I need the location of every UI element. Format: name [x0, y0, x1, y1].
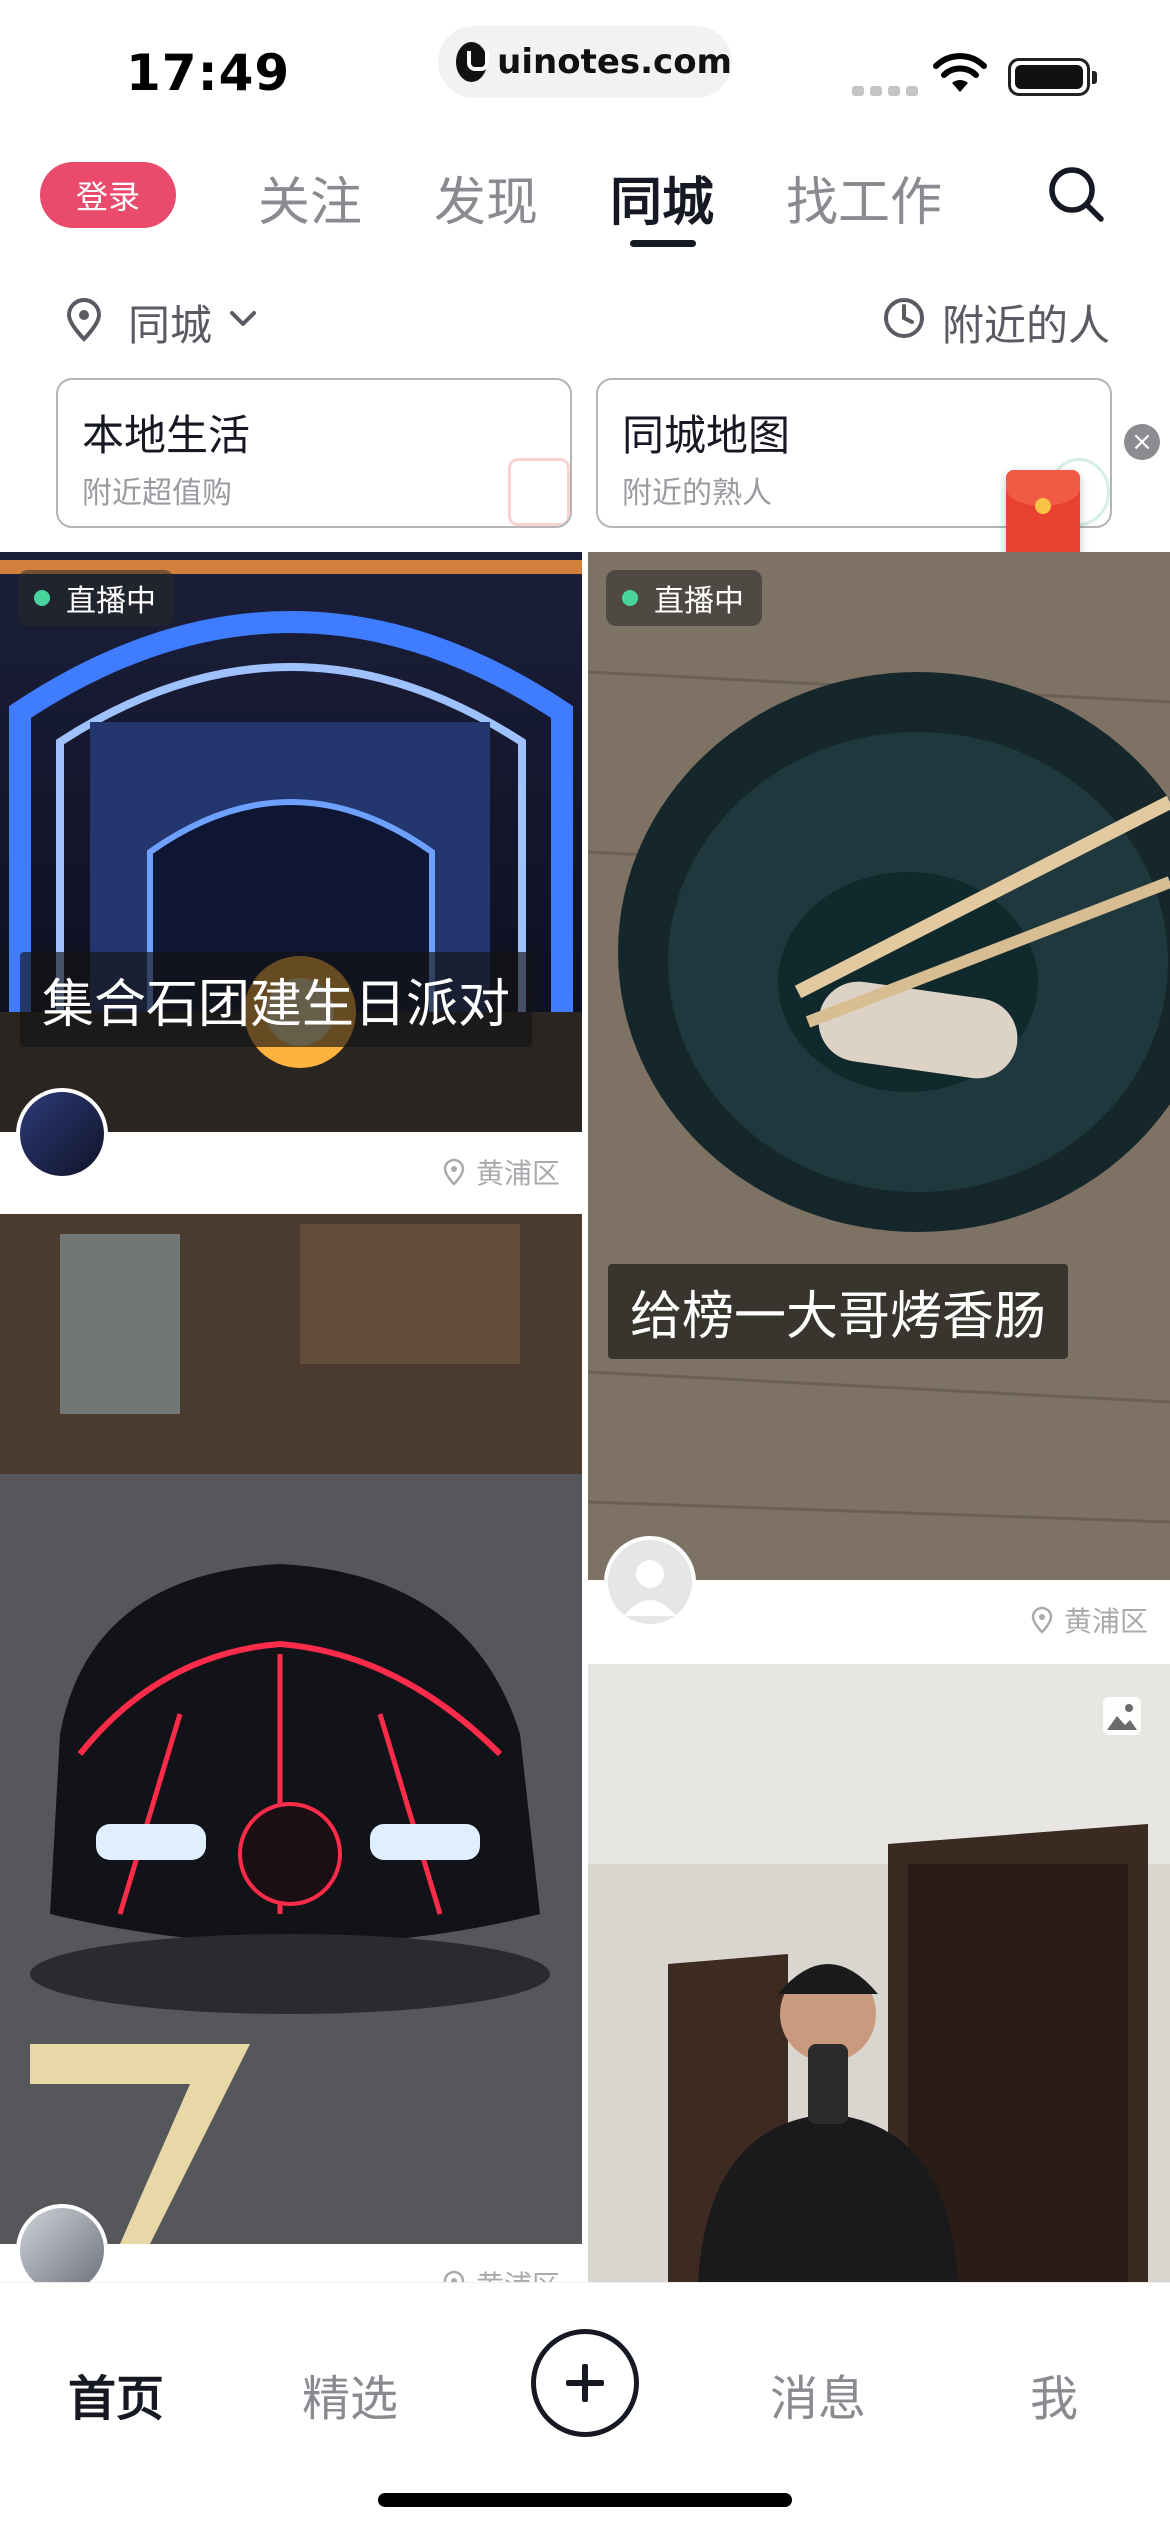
city-selector[interactable]: 同城 [128, 292, 212, 353]
feed-caption: 给榜一大哥烤香肠 [608, 1264, 1069, 1359]
url-text: uinotes.com [497, 42, 732, 82]
avatar[interactable] [16, 1088, 108, 1180]
tab-featured[interactable]: 精选 [302, 2359, 398, 2429]
red-packet-icon[interactable] [1006, 470, 1080, 558]
city-map-subtitle: 附近的熟人 [622, 476, 772, 511]
status-bar: 17:49 uinotes.com [0, 0, 1170, 130]
tab-messages[interactable]: 消息 [770, 2359, 866, 2429]
active-tab-indicator [630, 240, 696, 247]
location-pin-icon [443, 2270, 465, 2282]
live-dot-icon [34, 590, 50, 606]
location-row: 同城 附近的人 [0, 280, 1170, 360]
live-badge-label: 直播中 [654, 584, 744, 619]
district-text: 黄浦区 [476, 2264, 560, 2282]
feed-card[interactable] [588, 1664, 1170, 2282]
district-text: 黄浦区 [475, 1157, 560, 1190]
tab-discover[interactable]: 发现 [434, 160, 538, 235]
location-pin-icon [443, 1158, 465, 1186]
home-indicator [378, 2493, 792, 2507]
tab-local[interactable]: 同城 [610, 160, 714, 235]
live-badge: 直播中 [18, 570, 174, 626]
feed-card[interactable]: 直播中 集合石团建生日派对 黄浦区 [0, 552, 582, 1208]
url-pill[interactable]: uinotes.com [438, 26, 732, 98]
feed-card[interactable]: 直播中 给榜一大哥烤香肠 黄浦区 [588, 552, 1170, 1658]
nearby-people-link[interactable]: 附近的人 [942, 292, 1110, 353]
city-map-title: 同城地图 [622, 411, 791, 460]
tab-find-job[interactable]: 找工作 [786, 160, 942, 235]
tab-me[interactable]: 我 [1030, 2359, 1078, 2429]
district-text: 黄浦区 [1063, 1605, 1148, 1638]
bottom-tab-bar: 首页 精选 消息 我 [0, 2282, 1170, 2532]
location-pin-icon [1031, 1606, 1053, 1634]
cellular-signal-icon [852, 86, 918, 96]
image-icon [1103, 1697, 1141, 1735]
tab-follow[interactable]: 关注 [258, 160, 362, 235]
local-life-subtitle: 附近超值购 [82, 476, 232, 511]
district-label: 黄浦区 [442, 1152, 560, 1192]
avatar[interactable] [604, 1536, 696, 1628]
site-logo-icon [456, 42, 490, 82]
clock-icon [884, 298, 924, 338]
live-badge-label: 直播中 [66, 584, 156, 619]
live-dot-icon [622, 590, 638, 606]
feed-caption: 集合石团建生日派对 [20, 952, 533, 1047]
feed-thumbnail [0, 1214, 582, 2244]
status-time: 17:49 [126, 44, 291, 102]
create-post-button[interactable] [531, 2329, 639, 2437]
close-icon[interactable]: × [1124, 424, 1160, 460]
login-button[interactable]: 登录 [40, 162, 176, 228]
tab-home[interactable]: 首页 [68, 2359, 164, 2429]
feed-thumbnail [588, 1664, 1170, 2282]
district-label: 黄浦区 [1030, 1600, 1148, 1640]
shopping-bag-icon [508, 458, 570, 526]
chevron-down-icon[interactable] [226, 302, 260, 336]
local-life-card[interactable]: 本地生活 附近超值购 [56, 378, 572, 528]
location-pin-icon [66, 298, 102, 342]
search-icon[interactable] [1046, 164, 1106, 224]
battery-icon [1008, 58, 1097, 96]
default-avatar-icon [624, 1560, 676, 1616]
live-badge: 直播中 [606, 570, 762, 626]
feed-thumbnail [588, 552, 1170, 1580]
wifi-icon [933, 53, 987, 92]
feed-card[interactable]: 黄浦区 [0, 1214, 582, 2282]
local-life-title: 本地生活 [82, 411, 251, 460]
district-label: 黄浦区 [442, 2264, 560, 2282]
